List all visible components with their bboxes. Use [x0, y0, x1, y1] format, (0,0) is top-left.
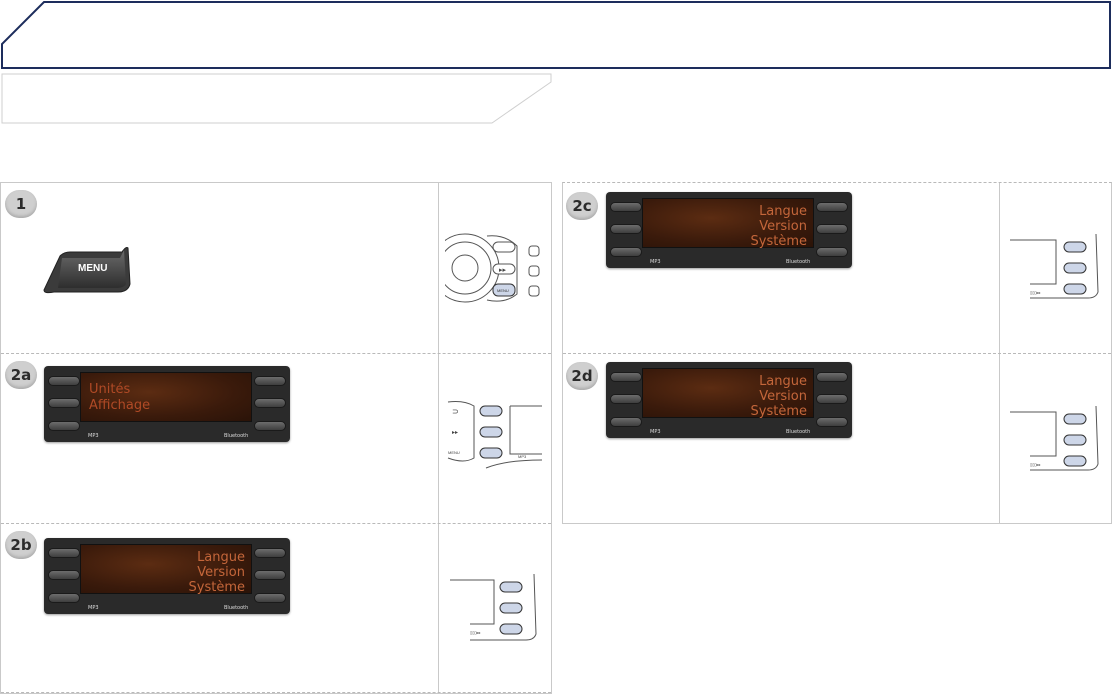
- screen-line-units: Unités: [89, 382, 131, 397]
- radio-footer-mp3: MP3: [650, 259, 661, 265]
- screen-line-system: Système: [188, 580, 245, 595]
- svg-text:MENU: MENU: [448, 450, 460, 455]
- side-buttons-sketch-2c: ▯▯▯▸▸: [1010, 233, 1099, 299]
- step-badge-2d: 2d: [566, 362, 598, 390]
- knob-sketch: ▸▸ MENU: [445, 233, 540, 303]
- svg-text:▸▸: ▸▸: [499, 267, 507, 274]
- side-buttons-sketch-2d: ▯▯▯▸▸: [1010, 405, 1099, 471]
- radio-footer-bt: Bluetooth: [224, 433, 249, 439]
- radio-footer-mp3: MP3: [88, 433, 99, 439]
- radio-display-2c: Langue Version Système MP3 Bluetooth: [606, 192, 852, 268]
- screen-line-language: Langue: [759, 374, 807, 389]
- svg-text:▸▸: ▸▸: [452, 430, 458, 436]
- svg-text:▯▯▯▸▸: ▯▯▯▸▸: [1030, 290, 1041, 295]
- screen-line-language: Langue: [197, 550, 245, 565]
- radio-footer-mp3: MP3: [650, 429, 661, 435]
- screen-line-version: Version: [759, 219, 807, 234]
- radio-footer-bt: Bluetooth: [786, 259, 811, 265]
- svg-text:MENU: MENU: [497, 288, 509, 293]
- side-buttons-sketch-2a: ⊃ ▸▸ MENU MP3: [447, 401, 543, 469]
- screen-line-version: Version: [759, 389, 807, 404]
- menu-button-label: MENU: [78, 263, 108, 274]
- step-badge-2c: 2c: [566, 192, 598, 220]
- side-buttons-sketch-2b: ▯▯▯▸▸: [450, 573, 537, 641]
- manual-page: 1 MENU ▸▸ MENU 2a Unités Affichage MP3 B…: [0, 0, 1112, 694]
- step-badge-2a: 2a: [5, 361, 37, 389]
- radio-display-2b: Langue Version Système MP3 Bluetooth: [44, 538, 290, 614]
- svg-text:⊃: ⊃: [452, 407, 459, 416]
- radio-footer-bt: Bluetooth: [224, 605, 249, 611]
- header-band: [1, 1, 1111, 69]
- screen-line-system: Système: [750, 234, 807, 249]
- step-badge-1: 1: [5, 190, 37, 218]
- svg-text:MP3: MP3: [518, 454, 527, 459]
- radio-footer-bt: Bluetooth: [786, 429, 811, 435]
- radio-display-2a: Unités Affichage MP3 Bluetooth: [44, 366, 290, 442]
- svg-text:▯▯▯▸▸: ▯▯▯▸▸: [470, 630, 481, 635]
- svg-text:▯▯▯▸▸: ▯▯▯▸▸: [1030, 462, 1041, 467]
- radio-footer-mp3: MP3: [88, 605, 99, 611]
- screen-line-system: Système: [750, 404, 807, 419]
- screen-line-language: Langue: [759, 204, 807, 219]
- radio-display-2d: Langue Version Système MP3 Bluetooth: [606, 362, 852, 438]
- screen-line-version: Version: [197, 565, 245, 580]
- subheader-band: [1, 73, 552, 124]
- screen-line-display: Affichage: [89, 398, 151, 413]
- step-badge-2b: 2b: [5, 531, 37, 559]
